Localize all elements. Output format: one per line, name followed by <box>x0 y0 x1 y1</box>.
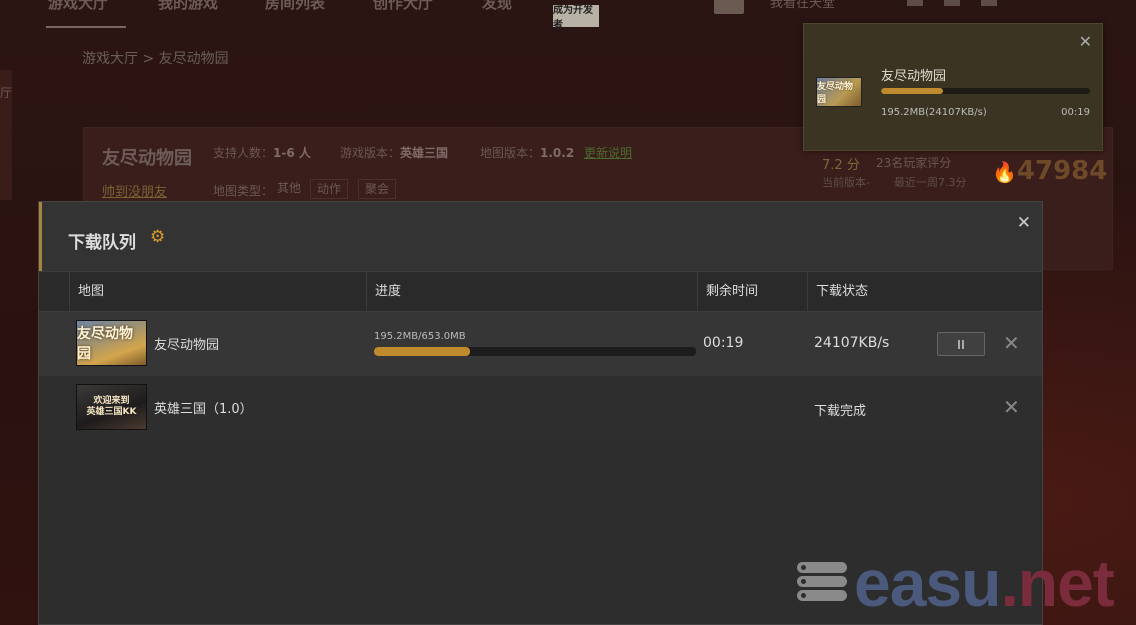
nav-active-underline <box>46 26 126 28</box>
become-developer-badge[interactable]: 成为开发者 <box>553 5 599 31</box>
download-toast: ✕ 友尽动物园 友尽动物园 195.2MB(24107KB/s) 00:19 <box>803 23 1103 151</box>
download-progress-bar <box>374 347 696 356</box>
toast-progress-fill <box>881 88 944 94</box>
nav-item-my-games[interactable]: 我的游戏 <box>158 0 218 13</box>
username[interactable]: 我看在天堂 <box>770 0 835 11</box>
breadcrumb: 游戏大厅 > 友尽动物园 <box>82 51 229 67</box>
grid-icon[interactable] <box>907 0 923 6</box>
dialog-title: 下载队列 <box>68 233 136 253</box>
changelog-link[interactable]: 更新说明 <box>584 144 632 161</box>
column-header-time-left: 剩余时间 <box>697 272 807 311</box>
toast-title: 友尽动物园 <box>881 69 947 84</box>
rating-score: 7.2 分 <box>822 158 860 173</box>
map-type-label: 地图类型： <box>213 184 274 198</box>
current-version: 当前版本- <box>822 176 870 189</box>
remove-icon[interactable]: ✕ <box>1003 395 1020 419</box>
map-name: 英雄三国（1.0） <box>154 402 253 417</box>
map-thumbnail: 欢迎来到 英雄三国KK <box>76 384 147 430</box>
column-header-progress: 进度 <box>366 272 697 311</box>
table-header: 地图 进度 剩余时间 下载状态 <box>39 271 1042 312</box>
column-header-status: 下载状态 <box>807 272 1043 311</box>
download-status: 下载完成 <box>814 404 867 419</box>
tag-action[interactable]: 动作 <box>310 179 349 199</box>
nav-item-creation-hall[interactable]: 创作大厅 <box>373 0 433 13</box>
time-left: 00:19 <box>703 335 744 351</box>
side-tab[interactable]: 厅 <box>0 70 12 200</box>
column-header-map: 地图 <box>69 272 366 311</box>
rating-count: 23名玩家评分 <box>876 156 952 170</box>
nav-item-discover[interactable]: 发现 <box>482 0 512 13</box>
week-score: 最近一周7.3分 <box>894 176 967 189</box>
toast-size-speed: 195.2MB(24107KB/s) <box>881 107 987 118</box>
close-icon[interactable]: ✕ <box>1017 213 1031 233</box>
dialog-header: 下载队列 ⚙ ✕ <box>39 202 1042 271</box>
toast-time-left: 00:19 <box>1061 107 1090 118</box>
remove-icon[interactable]: ✕ <box>1003 331 1020 355</box>
map-name: 友尽动物园 <box>154 338 220 353</box>
avatar[interactable] <box>714 0 744 14</box>
gear-icon[interactable]: ⚙ <box>150 227 165 247</box>
side-tab-label: 厅 <box>0 86 13 100</box>
game-title: 友尽动物园 <box>102 148 192 169</box>
map-version-info: 地图版本：1.0.2 <box>480 146 575 160</box>
nav-item-room-list[interactable]: 房间列表 <box>265 0 325 13</box>
table-row[interactable]: 友尽动物园 友尽动物园 195.2MB/653.0MB 00:19 24107K… <box>39 312 1042 376</box>
watermark-server-icon <box>797 562 847 604</box>
toast-progress-bar <box>881 88 1090 94</box>
flame-icon: 🔥 <box>992 160 1017 184</box>
hot-value: 🔥47984 <box>992 156 1108 186</box>
pause-icon <box>958 339 960 349</box>
gear-icon[interactable] <box>944 0 960 6</box>
nav-item-game-hall[interactable]: 游戏大厅 <box>48 0 108 13</box>
tag-party[interactable]: 聚会 <box>358 179 397 199</box>
download-speed: 24107KB/s <box>814 335 890 351</box>
mail-icon[interactable] <box>981 0 997 6</box>
players-info: 支持人数：1-6 人 <box>213 146 311 160</box>
close-icon[interactable]: ✕ <box>1079 32 1092 51</box>
table-row[interactable]: 欢迎来到 英雄三国KK 英雄三国（1.0） 下载完成 ✕ <box>39 376 1042 440</box>
toast-map-thumbnail: 友尽动物园 <box>816 77 862 107</box>
tag-other[interactable]: 其他 <box>271 179 307 199</box>
help-link[interactable]: 帅到没朋友 <box>102 181 167 200</box>
pause-button[interactable] <box>937 332 985 356</box>
map-thumbnail: 友尽动物园 <box>76 320 147 366</box>
download-progress-fill <box>374 347 471 356</box>
download-size: 195.2MB/653.0MB <box>374 331 466 342</box>
watermark: easu.net <box>854 546 1115 620</box>
game-version-info: 游戏版本：英雄三国 <box>340 146 449 160</box>
